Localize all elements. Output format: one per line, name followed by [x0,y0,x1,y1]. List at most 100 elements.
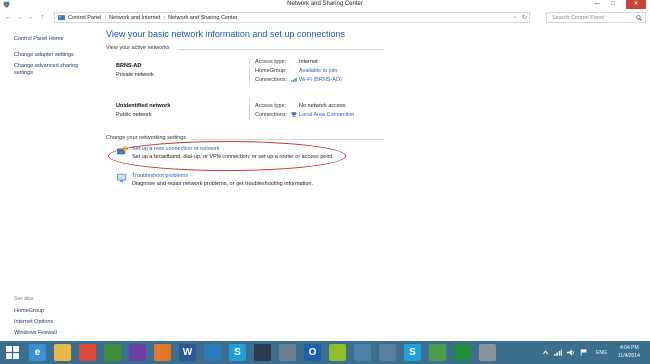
volume-icon[interactable] [567,349,575,356]
section-divider [192,139,384,140]
troubleshoot-problems-link[interactable]: Troubleshoot problems [132,173,188,179]
homegroup-label: HomeGroup: [255,68,287,74]
wifi-connection-label: Wi-Fi (BRNS-AD) [299,77,342,83]
taskbar-app-glyph [154,344,171,361]
search-placeholder: Search Control Panel [552,15,605,21]
app-green-icon[interactable] [104,344,121,361]
app-lime-icon[interactable] [329,344,346,361]
control-panel-home-link[interactable]: Control Panel Home [14,36,64,43]
navigation-bar: ← → ⌄ ↑ Control Panel › Network and Intern… [0,12,650,24]
close-button[interactable]: ✕ [626,0,646,9]
taskbar-app-glyph [279,344,296,361]
taskbar-app-glyph [204,344,221,361]
forward-button[interactable]: → [15,13,24,22]
taskbar-app-glyph [379,344,396,361]
access-type-value: No network access [299,103,346,109]
breadcrumb-network-sharing-center[interactable]: Network and Sharing Center [168,15,237,21]
left-pane: Control Panel Home Change adapter settin… [0,26,95,341]
skype-active-icon[interactable]: S [404,344,421,361]
section-divider [178,49,384,50]
troubleshoot-icon [117,173,127,183]
see-also-heading: See also [14,296,34,302]
file-explorer-icon[interactable] [54,344,71,361]
taskbar-app-glyph [454,344,471,361]
taskbar-app-glyph: W [182,347,193,358]
taskbar: e W S O S ENG 4:04 PM 11/4/2014 [0,341,650,364]
network-divider [249,98,250,120]
breadcrumb-separator[interactable]: › [104,15,106,21]
wifi-connection-link[interactable]: Wi-Fi (BRNS-AD) [291,77,342,83]
taskbar-app-glyph [54,344,71,361]
access-type-label: Access type: [255,59,287,65]
change-advanced-sharing-link-cont[interactable]: settings [14,70,33,77]
app-gray-icon[interactable] [479,344,496,361]
search-icon[interactable] [636,15,642,21]
page-title: View your basic network information and … [106,29,345,39]
change-advanced-sharing-link[interactable]: Change advanced sharing [14,63,78,70]
clock-time[interactable]: 4:04 PM [620,345,639,351]
clock-date[interactable]: 11/4/2014 [618,353,640,359]
taskbar-app-glyph [104,344,121,361]
taskbar-app-glyph [329,344,346,361]
breadcrumb-separator[interactable]: › [163,15,165,21]
address-bar[interactable]: Control Panel › Network and Internet › Netwo… [54,12,530,23]
app-photo-icon[interactable] [279,344,296,361]
taskbar-app-glyph: S [409,347,416,358]
connections-label: Connections: [255,77,288,83]
internet-explorer-icon[interactable]: e [29,344,46,361]
change-adapter-settings-link[interactable]: Change adapter settings [14,52,74,59]
minimize-button[interactable]: — [590,0,604,9]
highlight-annotation [108,141,346,171]
wifi-icon [291,77,297,82]
word-icon[interactable]: W [179,344,196,361]
refresh-button[interactable]: ↻ [522,14,527,21]
network-name: BRNS-AD [116,63,142,69]
app-green3-icon[interactable] [454,344,471,361]
network-tray-icon[interactable] [554,349,562,356]
lan-connection-label: Local Area Connection [299,112,355,118]
back-button[interactable]: ← [4,13,13,22]
recent-locations-button[interactable]: ⌄ [26,13,35,22]
breadcrumb-control-panel[interactable]: Control Panel [68,15,101,21]
lan-connection-link[interactable]: Local Area Connection [291,112,354,118]
taskbar-app-glyph [254,344,271,361]
homegroup-link[interactable]: HomeGroup [14,308,44,315]
maximize-button[interactable]: □ [606,0,620,9]
flag-icon[interactable] [580,349,588,356]
connections-label: Connections: [255,112,288,118]
access-type-value: Internet [299,59,318,65]
app-blue-icon[interactable] [204,344,221,361]
app-dark-icon[interactable] [254,344,271,361]
windows-firewall-link[interactable]: Windows Firewall [14,330,57,337]
language-indicator[interactable]: ENG [596,350,607,356]
show-hidden-icons-icon[interactable] [542,349,549,356]
windows-logo-icon [6,346,19,359]
breadcrumb-network-internet[interactable]: Network and Internet [109,15,160,21]
control-panel-icon [58,15,65,21]
firefox-icon[interactable] [154,344,171,361]
app-green2-icon[interactable] [429,344,446,361]
breadcrumb: Control Panel › Network and Internet › Netwo… [68,15,237,21]
chrome-icon[interactable] [79,344,96,361]
search-input[interactable]: Search Control Panel [546,12,646,23]
skype-icon[interactable]: S [229,344,246,361]
outlook-icon[interactable]: O [304,344,321,361]
system-tray: ENG 4:04 PM 11/4/2014 [540,341,650,364]
lan-icon [291,112,297,117]
network-type: Public network [116,112,152,118]
taskbar-app-glyph [129,344,146,361]
internet-options-link[interactable]: Internet Options [14,319,53,326]
address-dropdown-button[interactable]: ⌄ [513,14,517,20]
network-divider [249,58,250,86]
task-description: Diagnose and repair network problems, or… [132,181,313,187]
start-button[interactable] [4,344,21,361]
window-title: Network and Sharing Center [287,1,363,7]
taskbar-app-glyph [479,344,496,361]
homegroup-link[interactable]: Available to join [299,68,337,74]
active-networks-heading: View your active networks [106,45,170,51]
yahoo-messenger-icon[interactable] [129,344,146,361]
up-button[interactable]: ↑ [38,13,47,22]
network-center-icon[interactable] [354,344,371,361]
app-monitor-icon[interactable] [379,344,396,361]
taskbar-app-glyph [354,344,371,361]
